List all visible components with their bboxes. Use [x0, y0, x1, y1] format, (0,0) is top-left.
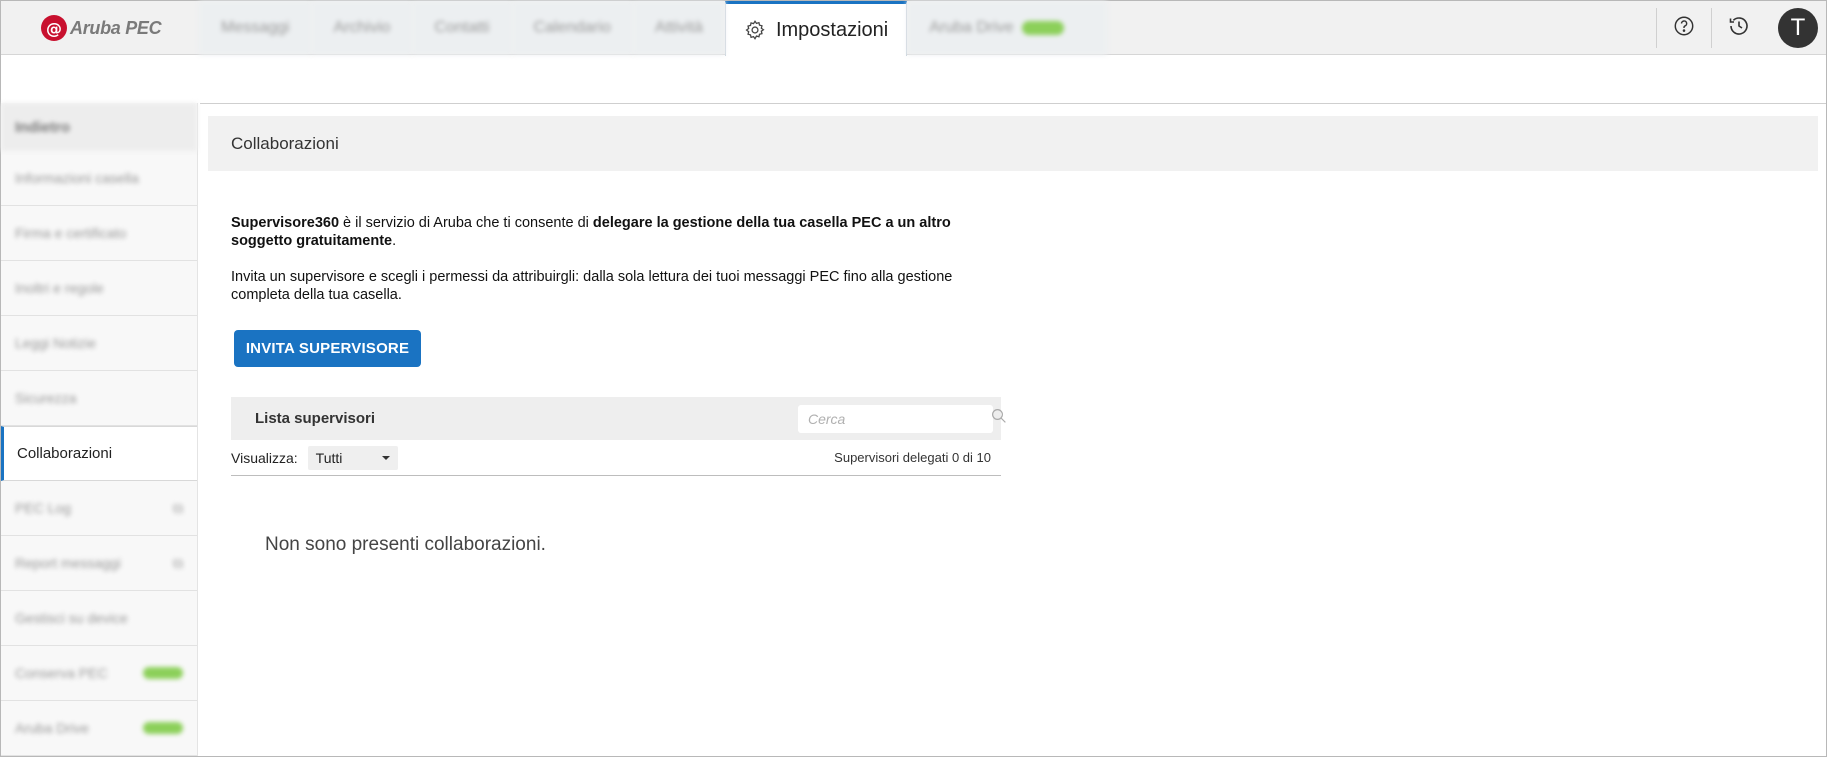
top-right-actions: T [1656, 1, 1826, 55]
history-button[interactable] [1712, 1, 1766, 55]
tab-aruba-drive[interactable]: Aruba Drive [907, 1, 1108, 55]
supervisor-list: Lista supervisori Visualizza: Tutti [231, 397, 1006, 476]
top-bar: @ Aruba PEC Messaggi Archivio Contatti C… [1, 1, 1826, 56]
external-link-icon: ⧉ [173, 499, 183, 516]
tab-messaggi[interactable]: Messaggi [199, 1, 312, 55]
service-name: Supervisore360 [231, 215, 340, 231]
search-box[interactable] [798, 404, 1006, 433]
intro-text: Supervisore360 è il servizio di Aruba ch… [231, 214, 1001, 322]
list-title: Lista supervisori [255, 410, 376, 427]
sidebar-item-firma-certificato[interactable]: Firma e certificato [1, 206, 197, 261]
history-icon [1727, 14, 1751, 43]
help-button[interactable] [1657, 1, 1711, 55]
tab-impostazioni-label: Impostazioni [775, 18, 889, 41]
sidebar-item-conserva-pec[interactable]: Conserva PEC [1, 646, 197, 701]
filter-value: Tutti [315, 449, 343, 466]
tab-calendario[interactable]: Calendario [511, 1, 633, 55]
sidebar-item-label: Collaborazioni [17, 445, 113, 462]
tab-impostazioni[interactable]: Impostazioni [724, 1, 908, 56]
sidebar-header[interactable]: Indietro [1, 103, 197, 151]
subheader-divider [200, 103, 1826, 104]
delegate-count: Supervisori delegati 0 di 10 [834, 450, 991, 465]
filter-select[interactable]: Tutti [307, 445, 398, 470]
sidebar-item-leggi-notizie[interactable]: Leggi Notizie [1, 316, 197, 371]
logo-mark: @ [41, 15, 67, 41]
new-badge [143, 667, 183, 679]
sidebar-item-collaborazioni[interactable]: Collaborazioni [1, 426, 197, 481]
sidebar-item-informazioni-casella[interactable]: Informazioni casella [1, 151, 197, 206]
logo-text: Aruba PEC [70, 17, 162, 38]
tab-contatti[interactable]: Contatti [412, 1, 512, 55]
main-content: Collaborazioni Supervisore360 è il servi… [208, 116, 1818, 555]
sidebar-item-inoltri-regole[interactable]: Inoltri e regole [1, 261, 197, 316]
intro-paragraph-2: Invita un supervisore e scegli i permess… [231, 269, 953, 303]
sidebar-item-pec-log[interactable]: PEC Log ⧉ [1, 481, 197, 536]
invite-supervisor-button[interactable]: INVITA SUPERVISORE [234, 330, 421, 367]
filter-row: Visualizza: Tutti Supervisori delegati 0… [231, 440, 1001, 476]
sidebar-item-sicurezza[interactable]: Sicurezza [1, 371, 197, 426]
window-frame [0, 0, 1827, 757]
empty-state-message: Non sono presenti collaborazioni. [265, 534, 546, 555]
new-badge [1021, 21, 1064, 35]
new-badge [143, 722, 183, 734]
main-nav: Messaggi Archivio Contatti Calendario At… [199, 1, 1108, 56]
tab-archivio[interactable]: Archivio [311, 1, 413, 55]
chevron-down-icon [381, 455, 390, 460]
sidebar-item-gestisci-device[interactable]: Gestisci su device [1, 591, 197, 646]
sidebar-item-report-messaggi[interactable]: Report messaggi ⧉ [1, 536, 197, 591]
aruba-pec-logo[interactable]: @ Aruba PEC [41, 15, 162, 41]
search-icon[interactable] [990, 407, 1008, 430]
page-title: Collaborazioni [208, 116, 1818, 171]
sidebar-item-aruba-drive[interactable]: Aruba Drive [1, 701, 197, 756]
external-link-icon: ⧉ [173, 554, 183, 571]
intro-paragraph-1: Supervisore360 è il servizio di Aruba ch… [231, 215, 951, 249]
filter-label: Visualizza: [231, 449, 298, 466]
list-header: Lista supervisori [231, 397, 1006, 440]
help-icon [1673, 15, 1695, 42]
settings-sidebar: Indietro Informazioni casella Firma e ce… [1, 103, 198, 756]
search-input[interactable] [808, 410, 990, 427]
avatar[interactable]: T [1778, 8, 1818, 48]
gear-icon [744, 19, 766, 41]
tab-attivita[interactable]: Attività [632, 1, 725, 55]
